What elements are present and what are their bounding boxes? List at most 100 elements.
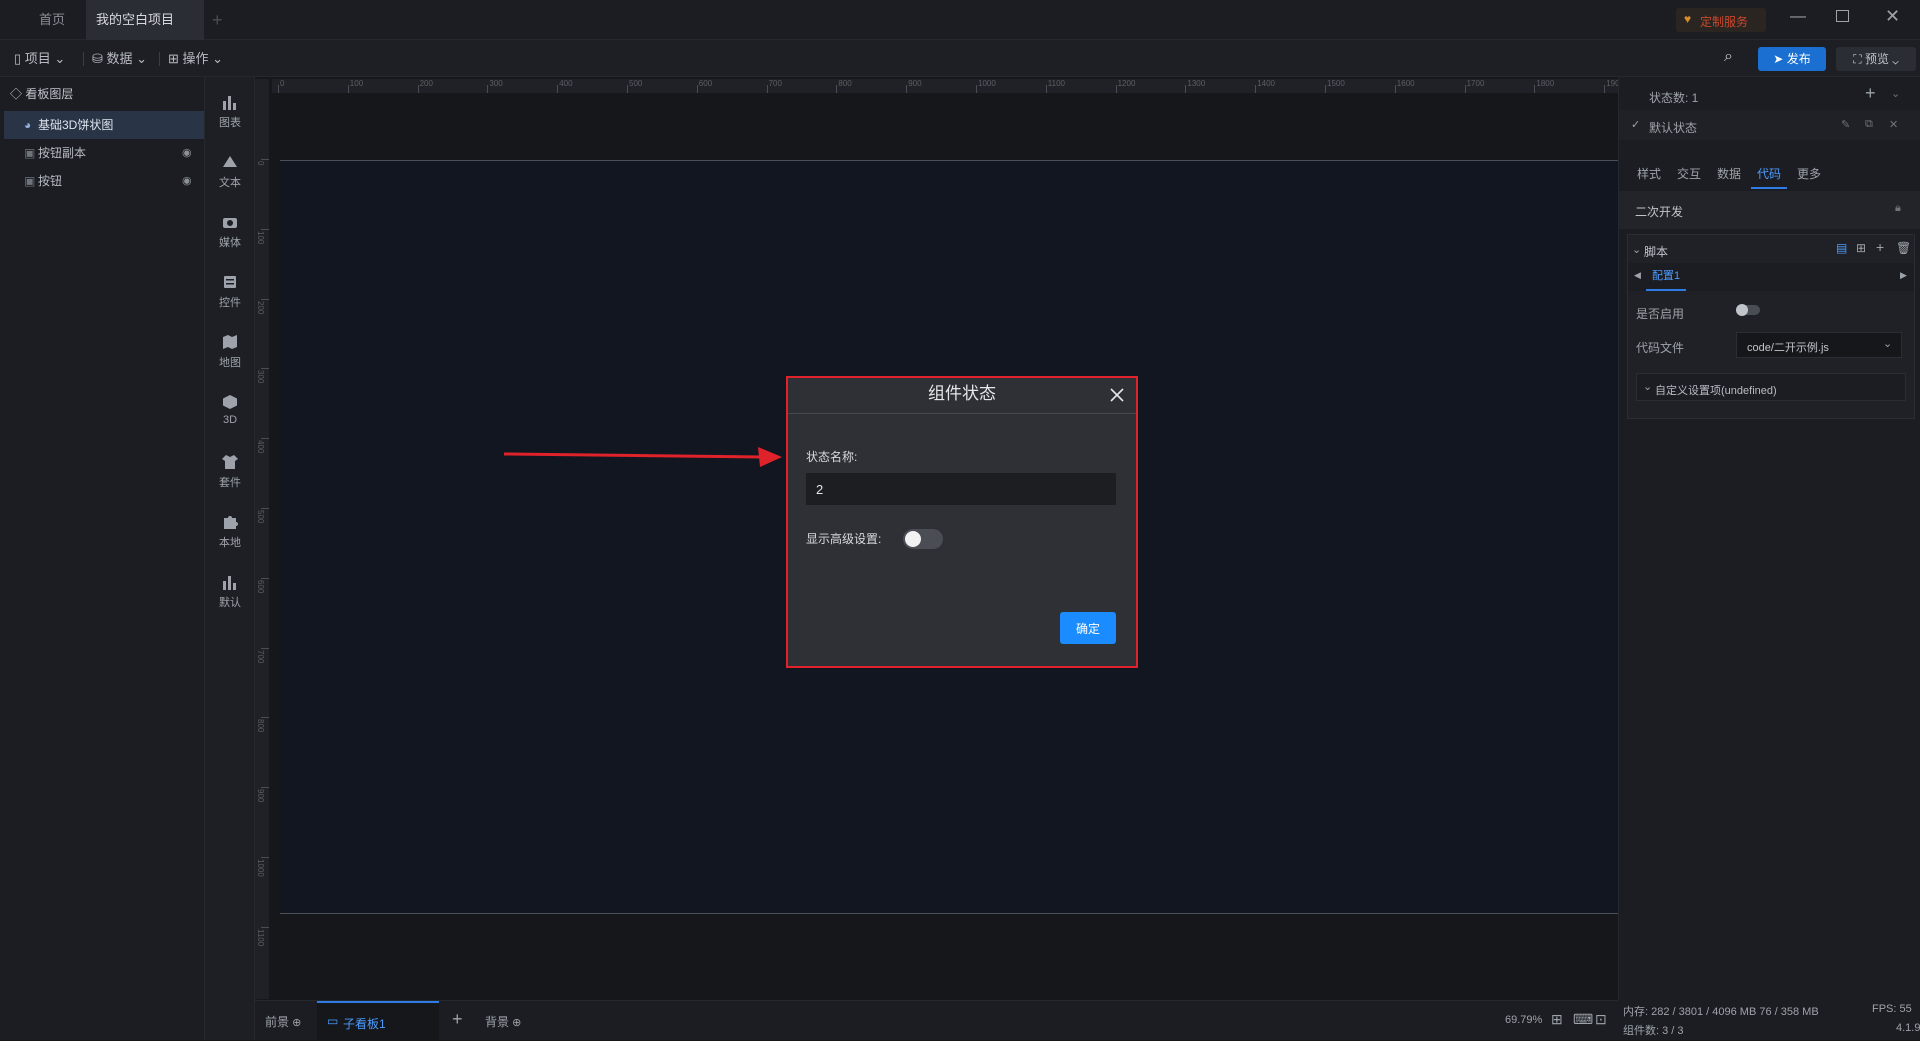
config-tab-1[interactable]: 配置1 [1646,263,1687,291]
chevron-down-icon[interactable]: ⌄ [1632,243,1641,256]
tab-data[interactable]: 数据 [1717,159,1741,189]
layer-item-3d-pie[interactable]: ◕ 基础3D饼状图 [4,111,204,139]
ruler-tick-label: 900 [908,79,922,88]
map-icon [223,335,237,349]
edit-icon[interactable]: ✎ [1841,118,1850,131]
maximize-icon[interactable] [1836,10,1849,22]
layer-item-button[interactable]: ▣ 按钮 ◉ [4,167,204,195]
custom-settings-row[interactable]: ⌄ 自定义设置项(undefined) [1636,373,1906,401]
search-icon[interactable]: ⌕ [1724,48,1733,66]
ruler-tick-label: 1400 [1257,79,1275,88]
check-icon: ✓ [1631,119,1641,131]
comp-default[interactable]: 默认 [205,565,255,621]
dialog-header: 组件状态 [788,378,1136,414]
comp-local[interactable]: 本地 [205,505,255,561]
menu-data[interactable]: ⛁ 数据 ⌄ [92,40,147,77]
bar-chart-icon [223,576,236,590]
table-icon[interactable]: ⊞ [1856,241,1866,255]
layer-item-label: 基础3D饼状图 [38,118,114,132]
comp-map[interactable]: 地图 [205,325,255,381]
copy-icon[interactable]: ⧉ [1865,118,1873,131]
heart-icon: ♥ [1684,12,1692,26]
ruler-tick-label: 300 [489,79,503,88]
comp-3d[interactable]: 3D [205,385,255,441]
default-state-row[interactable]: ✓ 默认状态 ✎ ⧉ ✕ [1619,110,1920,140]
ruler-tick-label: 1000 [256,859,265,877]
custom-service-button[interactable]: ♥ 定制服务 [1676,8,1766,32]
subboard-tab[interactable]: ▭ 子看板1 [317,1001,439,1041]
ruler-tick [1604,85,1606,93]
terminal-icon[interactable]: ⊡ [1595,1011,1607,1028]
ruler-tick [1394,85,1396,93]
script-label: 脚本 [1644,245,1669,259]
minimize-icon[interactable]: — [1790,8,1806,26]
close-icon[interactable]: ✕ [1889,118,1898,131]
version-label: 4.1.9 [1896,1022,1920,1034]
eye-icon[interactable]: ◉ [182,167,192,195]
ruler-tick-label: 500 [256,510,265,524]
comp-media[interactable]: 媒体 [205,205,255,261]
ruler-tick [1255,85,1257,93]
add-board-icon[interactable]: + [452,1009,463,1030]
tab-my-project[interactable]: 我的空白项目 [86,0,204,65]
tab-more[interactable]: 更多 [1797,159,1821,189]
tab-style[interactable]: 样式 [1637,159,1661,189]
comp-chart[interactable]: 图表 [205,85,255,141]
enable-toggle[interactable] [1736,304,1760,316]
tab-code[interactable]: 代码 [1751,159,1788,189]
toggle-knob [905,531,921,547]
shirt-icon [222,455,238,469]
ruler-tick-label: 1600 [1396,79,1415,88]
dialog-close-icon[interactable] [1108,386,1126,404]
keyboard-icon[interactable]: ⌨ [1573,1011,1593,1028]
trash-icon[interactable]: 🗑︎ [1896,241,1911,255]
database-icon: ⛁ [92,51,107,66]
code-file-select[interactable]: code/二开示例.js ⌄ [1736,332,1902,358]
confirm-button[interactable]: 确定 [1060,612,1116,644]
ruler-left: 0 100 200 300 400 500 600 700 800 900 1000 1100 [255,79,269,999]
comp-kit[interactable]: 套件 [205,445,255,501]
window-close-icon[interactable]: ✕ [1885,6,1900,27]
tab-home[interactable]: 首页 [20,0,84,40]
chevron-down-icon[interactable]: ⌄ [1891,87,1900,100]
tab-interaction[interactable]: 交互 [1677,159,1701,189]
eye-icon[interactable]: ◉ [182,139,192,167]
ruler-tick [487,85,489,93]
background-tab[interactable]: 背景 ⊕ [485,1013,521,1030]
toggle-knob [1736,304,1748,316]
add-circle-icon[interactable]: ⊕ [509,1017,521,1029]
ruler-tick [1185,85,1187,93]
tab-my-project-label: 我的空白项目 [96,12,175,27]
foreground-tab[interactable]: 前景 ⊕ [265,1013,301,1030]
layout-icon[interactable]: ▤ [1836,241,1847,255]
menu-operations[interactable]: ⊞ 操作 ⌄ [168,40,223,77]
ruler-tick [696,85,698,93]
add-circle-icon[interactable]: ⊕ [289,1017,301,1029]
toolbar-divider [83,52,84,66]
comp-text[interactable]: 文本 [205,145,255,201]
text-icon [223,156,237,167]
state-name-input[interactable] [806,473,1116,505]
chevron-down-icon: ⌄ [1888,52,1899,66]
layer-item-button-copy[interactable]: ▣ 按钮副本 ◉ [4,139,204,167]
advanced-settings-toggle[interactable] [903,529,943,549]
ruler-tick-label: 300 [256,370,265,384]
controls-icon [224,276,236,288]
publish-button[interactable]: ➤ 发布 [1758,47,1826,71]
lock-icon[interactable]: 🔒︎ [1895,202,1901,215]
zoom-level[interactable]: 69.79% [1505,1014,1542,1026]
default-state-label: 默认状态 [1649,121,1698,135]
caret-left-icon[interactable]: ◀ [1634,270,1641,281]
comp-controls[interactable]: 控件 [205,265,255,321]
chevron-down-icon: ⌄ [50,51,66,66]
foreground-label: 前景 [265,1015,290,1029]
new-tab-plus-icon[interactable]: + [212,10,223,31]
preview-button[interactable]: ⛶ 预览 ⌄ [1836,47,1916,71]
add-state-icon[interactable]: + [1865,83,1876,104]
ruler-tick [417,85,419,93]
menu-project[interactable]: ▯ 项目 ⌄ [14,40,65,77]
fit-screen-icon[interactable]: ⊞ [1551,1011,1563,1028]
add-icon[interactable]: + [1876,239,1884,255]
grid-icon: ⊞ [168,51,183,66]
caret-right-icon[interactable]: ▶ [1900,270,1907,281]
